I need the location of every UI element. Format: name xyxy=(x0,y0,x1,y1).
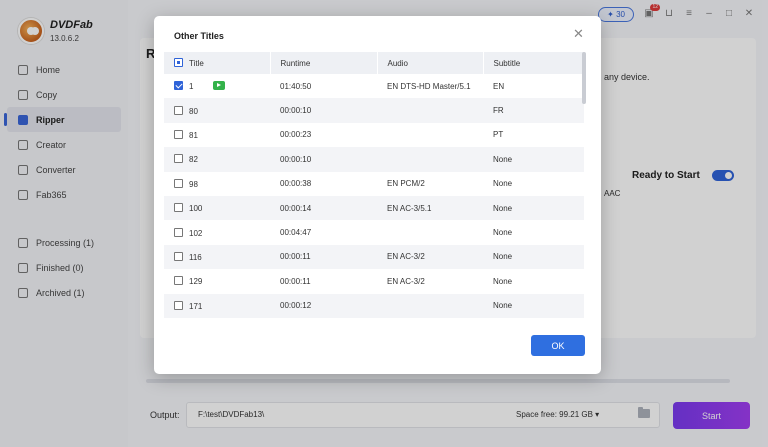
subtitle-cell: None xyxy=(483,147,584,172)
audio-cell: EN DTS-HD Master/5.1 xyxy=(387,81,471,91)
runtime-cell: 00:00:38 xyxy=(280,179,312,189)
table-row[interactable]: 98 00:00:38 EN PCM/2 None xyxy=(164,172,584,196)
table-row[interactable]: 81 00:00:23 PT xyxy=(164,123,584,147)
ok-button[interactable]: OK xyxy=(531,335,585,356)
runtime-cell: 00:04:47 xyxy=(280,228,312,238)
row-checkbox[interactable] xyxy=(174,178,183,188)
row-checkbox[interactable] xyxy=(174,300,183,310)
titles-table: Title Runtime Audio Subtitle 1 01:40:50 … xyxy=(164,52,588,318)
other-titles-dialog: Other Titles ✕ Title Runtime Audio Subti… xyxy=(154,16,601,374)
audio-cell xyxy=(377,123,483,147)
row-checkbox[interactable] xyxy=(174,203,183,213)
dialog-title: Other Titles xyxy=(174,31,224,41)
subtitle-cell: None xyxy=(483,293,584,318)
subtitle-cell: None xyxy=(493,276,513,286)
audio-cell xyxy=(377,293,483,318)
select-all-checkbox[interactable] xyxy=(174,58,183,67)
runtime-cell: 00:00:14 xyxy=(270,195,377,221)
close-icon[interactable]: ✕ xyxy=(573,27,584,40)
subtitle-cell: EN xyxy=(493,81,505,91)
row-checkbox[interactable] xyxy=(174,251,183,261)
runtime-cell: 01:40:50 xyxy=(280,81,312,91)
table-row[interactable]: 100 00:00:14 EN AC-3/5.1 None xyxy=(164,195,584,221)
table-row[interactable]: 129 00:00:11 EN AC-3/2 None xyxy=(164,269,584,293)
runtime-cell: 00:00:12 xyxy=(270,293,377,318)
table-row[interactable]: 82 00:00:10 None xyxy=(164,147,584,172)
runtime-cell: 00:00:11 xyxy=(270,244,377,270)
table-row[interactable]: 171 00:00:12 None xyxy=(164,293,584,318)
column-header-runtime[interactable]: Runtime xyxy=(270,52,378,74)
subtitle-cell: None xyxy=(493,179,513,189)
audio-cell: EN AC-3/2 xyxy=(387,276,425,286)
table-scrollbar[interactable] xyxy=(582,52,586,104)
table-row[interactable]: 116 00:00:11 EN AC-3/2 None xyxy=(164,244,584,270)
audio-cell: EN PCM/2 xyxy=(387,179,425,189)
audio-cell xyxy=(377,220,483,244)
subtitle-cell: FR xyxy=(483,98,584,123)
runtime-cell: 00:00:10 xyxy=(270,147,377,172)
play-icon[interactable] xyxy=(213,81,226,91)
subtitle-cell: None xyxy=(493,228,513,238)
row-checkbox[interactable] xyxy=(174,276,183,286)
subtitle-cell: None xyxy=(483,244,584,270)
runtime-cell: 00:00:10 xyxy=(270,98,377,123)
column-header-subtitle[interactable]: Subtitle xyxy=(483,52,585,74)
column-header-audio[interactable]: Audio xyxy=(377,52,484,74)
column-header-title[interactable]: Title xyxy=(164,52,271,74)
table-row[interactable]: 80 00:00:10 FR xyxy=(164,98,584,123)
subtitle-cell: None xyxy=(483,195,584,221)
subtitle-cell: PT xyxy=(493,130,504,140)
row-checkbox[interactable] xyxy=(174,154,183,164)
table-row[interactable]: 102 00:04:47 None xyxy=(164,220,584,244)
row-checkbox[interactable] xyxy=(174,227,183,237)
table-header-row: Title Runtime Audio Subtitle xyxy=(164,52,585,74)
row-checkbox[interactable] xyxy=(174,105,183,115)
audio-cell xyxy=(377,98,483,123)
row-checkbox[interactable] xyxy=(174,81,183,91)
table-row[interactable]: 1 01:40:50 EN DTS-HD Master/5.1 EN xyxy=(164,74,584,98)
audio-cell: EN AC-3/5.1 xyxy=(377,195,483,221)
runtime-cell: 00:00:23 xyxy=(280,130,312,140)
row-checkbox[interactable] xyxy=(174,129,183,139)
audio-cell xyxy=(377,147,483,172)
runtime-cell: 00:00:11 xyxy=(280,276,311,286)
audio-cell: EN AC-3/2 xyxy=(377,244,483,270)
